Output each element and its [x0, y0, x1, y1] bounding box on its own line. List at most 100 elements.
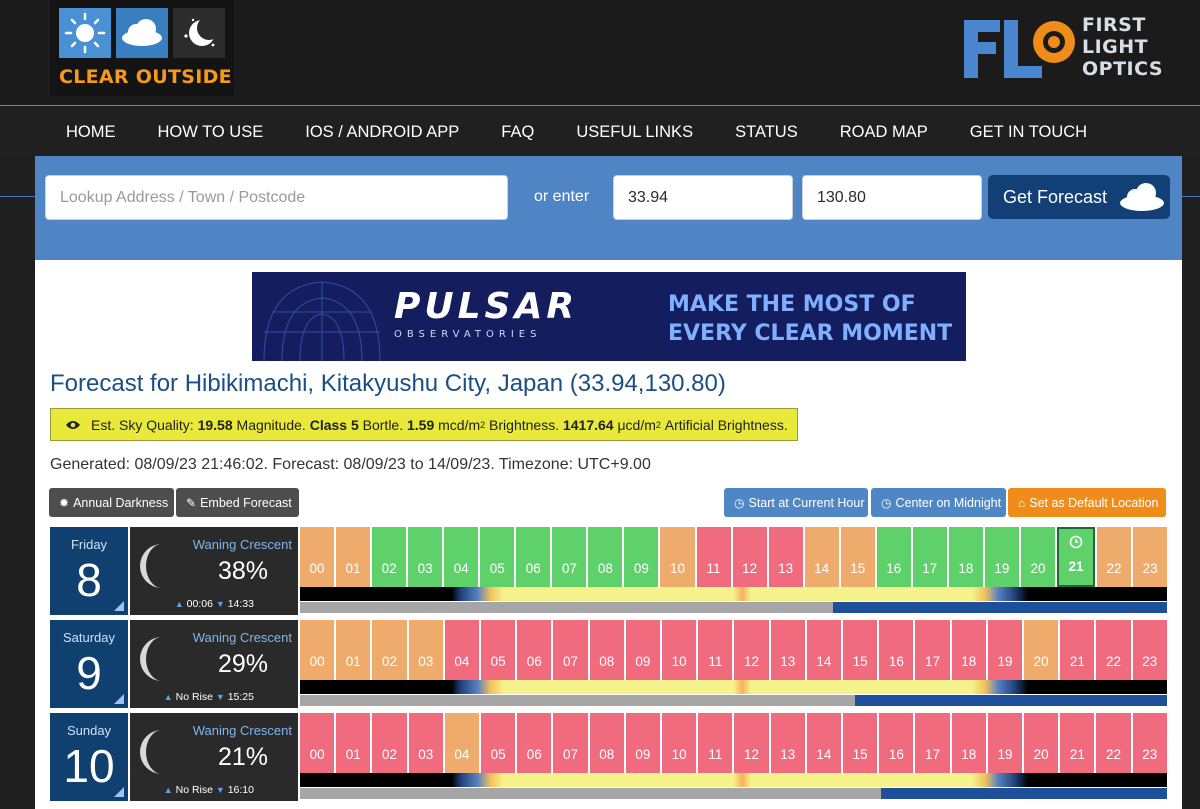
hour-cell[interactable]: 16: [879, 620, 914, 680]
hour-cell[interactable]: 00: [300, 713, 335, 773]
hour-cell[interactable]: 15: [843, 620, 878, 680]
hour-cell[interactable]: 23: [1132, 713, 1167, 773]
hour-cell[interactable]: 09: [625, 620, 661, 680]
hour-cell[interactable]: 16: [876, 527, 911, 587]
hour-cell[interactable]: 01: [336, 713, 371, 773]
hour-cell[interactable]: 19: [987, 620, 1023, 680]
hour-cell[interactable]: 05: [481, 620, 516, 680]
hour-cell[interactable]: 20: [1024, 713, 1059, 773]
hour-cell[interactable]: 05: [481, 713, 516, 773]
expand-corner-icon[interactable]: [114, 601, 124, 611]
hour-label: 11: [708, 654, 723, 669]
hour-cell[interactable]: 13: [770, 713, 805, 773]
hour-cell[interactable]: 12: [734, 713, 769, 773]
hour-cell[interactable]: 20: [1020, 527, 1055, 587]
nav-status[interactable]: STATUS: [735, 123, 798, 142]
hour-cell[interactable]: 17: [915, 713, 950, 773]
hour-cell[interactable]: 09: [625, 713, 661, 773]
start-current-hour-button[interactable]: ◷ Start at Current Hour: [724, 488, 868, 517]
nav-useful-links[interactable]: USEFUL LINKS: [576, 123, 693, 142]
hour-cell[interactable]: 11: [696, 527, 731, 587]
center-midnight-button[interactable]: ◷ Center on Midnight: [871, 488, 1006, 517]
hour-cell[interactable]: 04: [444, 527, 479, 587]
hour-cell[interactable]: 12: [734, 620, 769, 680]
hour-cell[interactable]: 19: [987, 713, 1023, 773]
hour-cell[interactable]: 02: [372, 620, 407, 680]
pulsar-ad-banner[interactable]: PULSAR OBSERVATORIES MAKE THE MOST OF EV…: [252, 272, 966, 361]
day-cell[interactable]: Friday 8: [50, 527, 128, 615]
nav-home[interactable]: HOME: [66, 123, 116, 142]
hour-cell[interactable]: 21: [1060, 620, 1095, 680]
day-cell[interactable]: Saturday 9: [50, 620, 128, 708]
hour-cell[interactable]: 16: [879, 713, 914, 773]
hour-cell[interactable]: 11: [698, 620, 733, 680]
expand-corner-icon[interactable]: [114, 694, 124, 704]
hour-cell[interactable]: 17: [915, 620, 950, 680]
longitude-input[interactable]: 130.80: [802, 175, 982, 220]
set-default-location-button[interactable]: ⌂ Set as Default Location: [1008, 488, 1166, 517]
nav-how-to-use[interactable]: HOW TO USE: [158, 123, 264, 142]
hour-cell[interactable]: 07: [552, 527, 587, 587]
latitude-input[interactable]: 33.94: [613, 175, 793, 220]
moon-phase-icon: [140, 637, 162, 681]
hour-cell[interactable]: 02: [372, 527, 407, 587]
hour-cell[interactable]: 10: [660, 527, 695, 587]
hour-cell[interactable]: 15: [843, 713, 878, 773]
hour-cell[interactable]: 19: [984, 527, 1019, 587]
hour-cell[interactable]: 21: [1056, 527, 1096, 587]
hour-cell[interactable]: 10: [662, 620, 697, 680]
hour-cell[interactable]: 00: [300, 527, 335, 587]
get-forecast-button[interactable]: Get Forecast: [988, 175, 1170, 219]
hour-cell[interactable]: 08: [589, 620, 624, 680]
hour-cell[interactable]: 08: [589, 713, 624, 773]
hour-cell[interactable]: 18: [951, 713, 986, 773]
hour-cell[interactable]: 18: [948, 527, 983, 587]
hour-cell[interactable]: 14: [806, 620, 842, 680]
hour-cell[interactable]: 06: [516, 527, 551, 587]
hour-cell[interactable]: 21: [1060, 713, 1095, 773]
hour-cell[interactable]: 02: [372, 713, 407, 773]
hour-cell[interactable]: 12: [732, 527, 767, 587]
first-light-optics-logo[interactable]: FIRST LIGHT OPTICS: [962, 14, 1172, 84]
hour-cell[interactable]: 03: [408, 713, 443, 773]
hour-cell[interactable]: 05: [480, 527, 515, 587]
hour-cell[interactable]: 03: [408, 620, 443, 680]
hour-cell[interactable]: 03: [408, 527, 443, 587]
embed-forecast-button[interactable]: ✎ Embed Forecast: [176, 488, 299, 517]
expand-corner-icon[interactable]: [114, 787, 124, 797]
hour-cell[interactable]: 01: [336, 620, 371, 680]
hour-cell[interactable]: 14: [804, 527, 839, 587]
hour-cell[interactable]: 20: [1024, 620, 1059, 680]
hour-cell[interactable]: 22: [1096, 713, 1131, 773]
address-search-input[interactable]: Lookup Address / Town / Postcode: [45, 175, 508, 220]
hour-cell[interactable]: 09: [624, 527, 659, 587]
hour-cell[interactable]: 06: [517, 620, 552, 680]
nav-road-map[interactable]: ROAD MAP: [840, 123, 928, 142]
nav-get-in-touch[interactable]: GET IN TOUCH: [970, 123, 1087, 142]
hour-cell[interactable]: 23: [1133, 527, 1168, 587]
hour-cell[interactable]: 07: [553, 620, 588, 680]
hour-cell[interactable]: 04: [444, 620, 480, 680]
nav-faq[interactable]: FAQ: [501, 123, 534, 142]
hour-cell[interactable]: 13: [768, 527, 803, 587]
nav-app[interactable]: IOS / ANDROID APP: [305, 123, 459, 142]
hour-cell[interactable]: 13: [770, 620, 805, 680]
hour-cell[interactable]: 10: [662, 713, 697, 773]
hour-cell[interactable]: 08: [588, 527, 623, 587]
clear-outside-logo[interactable]: CLEAR OUTSIDE: [50, 0, 234, 96]
day-cell[interactable]: Sunday 10: [50, 713, 128, 801]
hour-cell[interactable]: 22: [1096, 620, 1131, 680]
hour-cell[interactable]: 23: [1132, 620, 1167, 680]
hour-cell[interactable]: 15: [840, 527, 875, 587]
hour-cell[interactable]: 11: [698, 713, 733, 773]
hour-cell[interactable]: 00: [300, 620, 335, 680]
hour-cell[interactable]: 17: [912, 527, 947, 587]
hour-cell[interactable]: 22: [1097, 527, 1132, 587]
hour-cell[interactable]: 06: [517, 713, 552, 773]
hour-cell[interactable]: 01: [336, 527, 371, 587]
hour-cell[interactable]: 07: [553, 713, 588, 773]
hour-cell[interactable]: 14: [806, 713, 842, 773]
hour-cell[interactable]: 04: [444, 713, 480, 773]
annual-darkness-button[interactable]: ✹ Annual Darkness: [49, 488, 174, 517]
hour-cell[interactable]: 18: [951, 620, 986, 680]
